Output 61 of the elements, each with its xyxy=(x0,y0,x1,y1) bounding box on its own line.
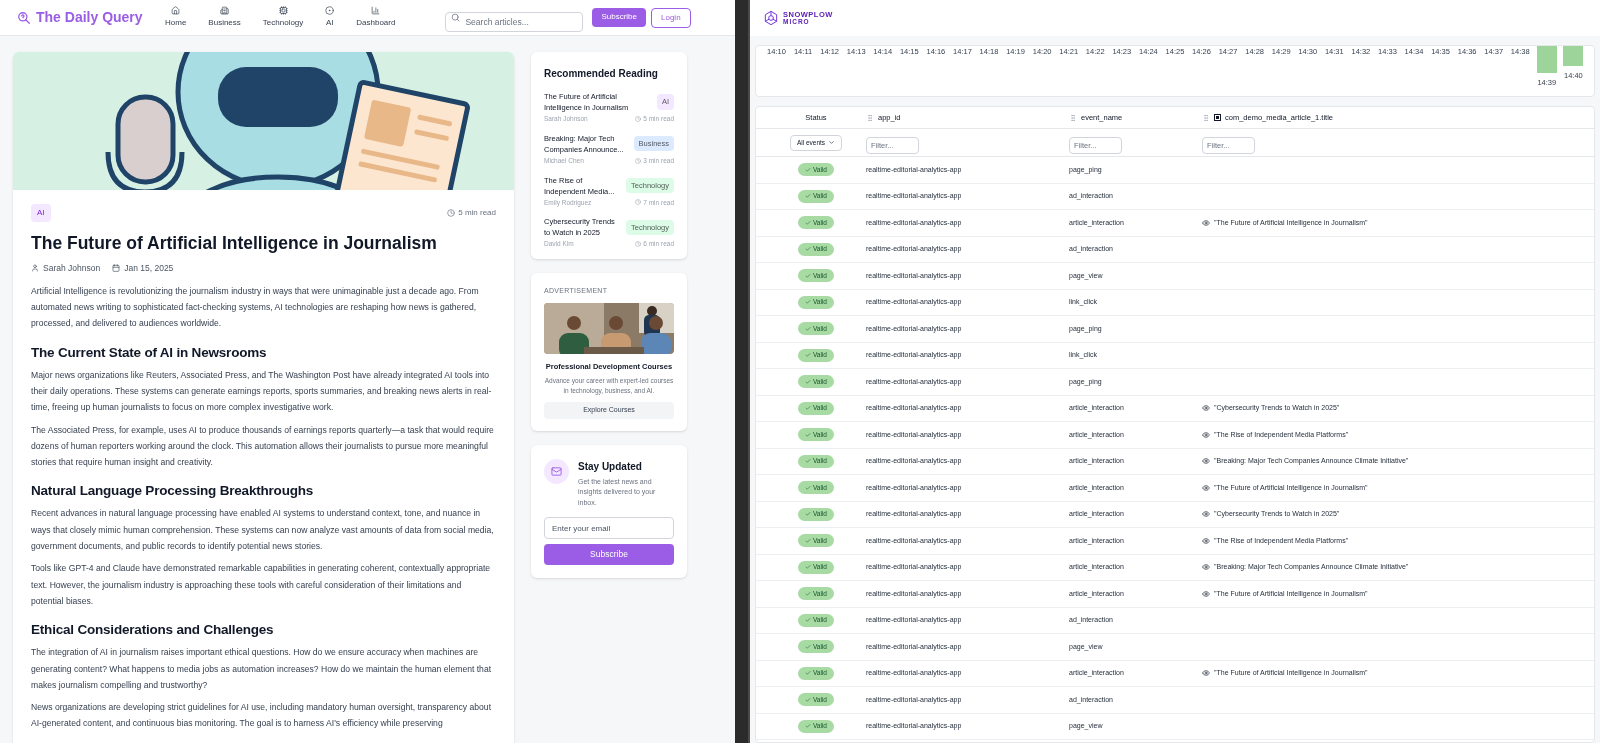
nav-link[interactable]: AI xyxy=(325,6,335,29)
section-heading: Natural Language Processing Breakthroughs xyxy=(31,482,315,501)
eye-icon[interactable] xyxy=(1202,669,1210,678)
login-button[interactable]: Login xyxy=(651,7,691,28)
chevron-down-icon xyxy=(828,139,836,146)
paragraph: Artificial Intelligence is revolutionizing the journalism industry in ways that were unimaginable just a decade ago. From automated news writing to sophisticated fact-checking systems, AI technologies are reshaping how news is gathered, processed, and delivered to audiences worldwide. xyxy=(31,284,480,331)
newsletter-title: Stay Updated xyxy=(578,459,643,474)
paragraph: Major news organizations like Reuters, Associated Press, and The Washington Post have already integrated AI tools into their daily operations. These systems can generate earnings reports, sports summaries, and breaking news alerts in real-time, freeing up human journalists to focus on more complex investigative work. xyxy=(31,368,493,415)
clock-icon xyxy=(447,209,456,217)
email-field[interactable]: Enter your email xyxy=(544,517,674,540)
event-bar xyxy=(1536,45,1557,73)
clock-icon xyxy=(635,199,642,206)
search-field[interactable]: Search articles... xyxy=(445,11,584,32)
logo-icon xyxy=(17,10,31,25)
mail-icon xyxy=(544,458,569,484)
calendar-icon xyxy=(112,264,121,273)
subscribe-button[interactable]: Subscribe xyxy=(592,7,646,27)
eye-icon[interactable] xyxy=(1202,457,1210,466)
drag-handle-icon[interactable] xyxy=(866,113,874,122)
nav-link[interactable]: Dashboard xyxy=(356,6,396,29)
paragraph: Recent advances in natural language processing have enabled AI systems to understand context, tone, and nuance in ways that closely mimic human comprehension. These systems can now analyze vast amounts of data from social media, government documents, and public records to identify potential news stories. xyxy=(31,507,495,553)
nav-icon xyxy=(278,6,288,15)
search-icon xyxy=(451,13,461,22)
read-time: 5 min read xyxy=(458,207,496,219)
section-heading: Ethical Considerations and Challenges xyxy=(31,621,275,640)
column-type-icon xyxy=(1214,114,1221,121)
paragraph: Tools like GPT-4 and Claude have demonstrated remarkable capabilities in generating coherent, contextually appropriate text. However, the journalism industry is approaching these tools with careful consideration of their limitations and potential biases. xyxy=(31,562,492,608)
user-icon xyxy=(31,264,39,273)
paragraph: The Associated Press, for example, uses AI to produce thousands of earnings reports quarterly—a task that would require dozens of human reporters working around the clock. This automation allows their journalists to pursue more meaningful stories that require human insight and creativity. xyxy=(31,423,495,470)
author-name: Sarah Johnson xyxy=(43,262,101,275)
clock-icon xyxy=(635,157,642,164)
nav-link[interactable]: Technology xyxy=(262,6,304,29)
eye-icon[interactable] xyxy=(1202,589,1210,598)
clock-icon xyxy=(635,115,642,122)
publish-date: Jan 15, 2025 xyxy=(124,262,174,275)
nav-icon xyxy=(171,6,181,15)
nav-icon xyxy=(220,6,230,15)
section-heading: The Current State of AI in Newsrooms xyxy=(31,343,268,362)
hexagon-logo-icon xyxy=(763,10,779,26)
subscribe-button[interactable]: Subscribe xyxy=(544,544,674,566)
event-bar xyxy=(1563,45,1584,66)
article-title: The Future of Artificial Intelligence in Journalism xyxy=(31,232,438,254)
eye-icon[interactable] xyxy=(1202,430,1210,439)
eye-icon[interactable] xyxy=(1202,404,1210,413)
nav-link[interactable]: Home xyxy=(165,6,187,29)
clock-icon xyxy=(635,241,642,248)
eye-icon[interactable] xyxy=(1202,218,1210,227)
card-title: Recommended Reading xyxy=(544,67,659,81)
eye-icon[interactable] xyxy=(1202,510,1210,519)
drag-handle-icon[interactable] xyxy=(1202,113,1210,122)
paragraph: News organizations are developing strict guidelines for AI use, including mandatory human oversight, transparency about AI-generated content, and continuous bias monitoring. The goal is to harness AI's efficiency while preserving xyxy=(31,701,493,731)
nav-icon xyxy=(371,6,381,15)
eye-icon[interactable] xyxy=(1202,536,1210,545)
nav-icon xyxy=(325,6,335,15)
paragraph: The integration of AI in journalism raises important ethical questions. How do we ensure accuracy when machines are generating content? What happens to media jobs as automation increases? How do we maintain the human element that makes journalism compelling and trustworthy? xyxy=(31,646,493,692)
nav-link[interactable]: Business xyxy=(208,6,241,29)
eye-icon[interactable] xyxy=(1202,563,1210,572)
eye-icon[interactable] xyxy=(1202,483,1210,492)
site-logo[interactable]: The Daily Query xyxy=(36,7,143,28)
category-tag: AI xyxy=(31,204,51,222)
drag-handle-icon[interactable] xyxy=(1069,113,1077,122)
